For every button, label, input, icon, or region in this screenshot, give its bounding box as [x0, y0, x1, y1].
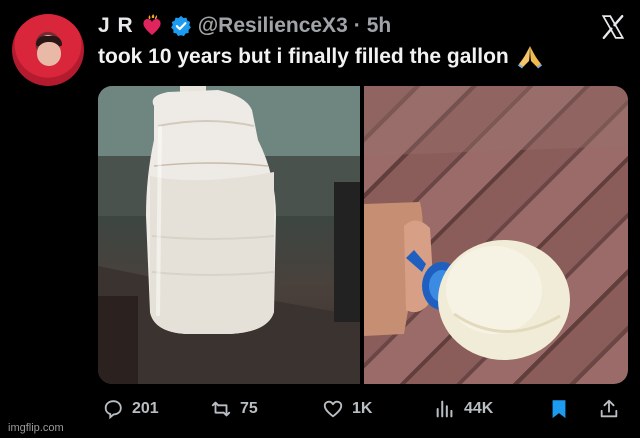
tweet-header: J R @ResilienceX3 · 5h — [98, 12, 391, 40]
held-gallon-photo — [364, 86, 628, 360]
author-name[interactable]: J R — [98, 14, 134, 38]
tweet-text: took 10 years but i finally filled the g… — [98, 45, 509, 68]
tweet-actions: 201 75 1K 44K — [96, 398, 626, 424]
avatar-face — [37, 42, 61, 66]
share-button[interactable] — [598, 398, 620, 420]
media-image-right[interactable] — [364, 86, 628, 384]
like-count: 1K — [352, 400, 373, 417]
reply-button[interactable]: 201 — [102, 398, 159, 420]
reply-icon — [104, 400, 122, 420]
tweet-text-row: took 10 years but i finally filled the g… — [98, 44, 543, 70]
author-handle[interactable]: @ResilienceX3 — [198, 14, 348, 38]
share-icon — [600, 399, 618, 418]
reply-count: 201 — [132, 400, 159, 417]
avatar[interactable] — [12, 14, 84, 86]
heart-fire-icon — [143, 14, 161, 35]
tweet-time[interactable]: 5h — [367, 14, 392, 38]
views-count: 44K — [464, 400, 494, 417]
retweet-button[interactable]: 75 — [210, 398, 258, 420]
media-image-left[interactable] — [98, 86, 360, 384]
header-separator: · — [353, 14, 361, 37]
views-icon — [436, 400, 453, 418]
like-icon — [323, 400, 343, 418]
tweet: J R @ResilienceX3 · 5h took 10 years but… — [0, 0, 640, 438]
tweet-media[interactable] — [98, 86, 628, 384]
imgflip-watermark: imgflip.com — [8, 422, 64, 434]
bookmark-button[interactable] — [548, 398, 570, 420]
views-button[interactable]: 44K — [434, 398, 493, 420]
like-button[interactable]: 1K — [322, 398, 372, 420]
verified-icon — [170, 15, 191, 37]
retweet-icon — [211, 401, 231, 417]
x-logo-icon[interactable] — [600, 14, 626, 40]
retweet-count: 75 — [240, 400, 258, 417]
gallon-bottle-photo — [98, 86, 360, 384]
bookmark-icon — [552, 400, 566, 419]
praying-hands-icon — [517, 46, 542, 69]
